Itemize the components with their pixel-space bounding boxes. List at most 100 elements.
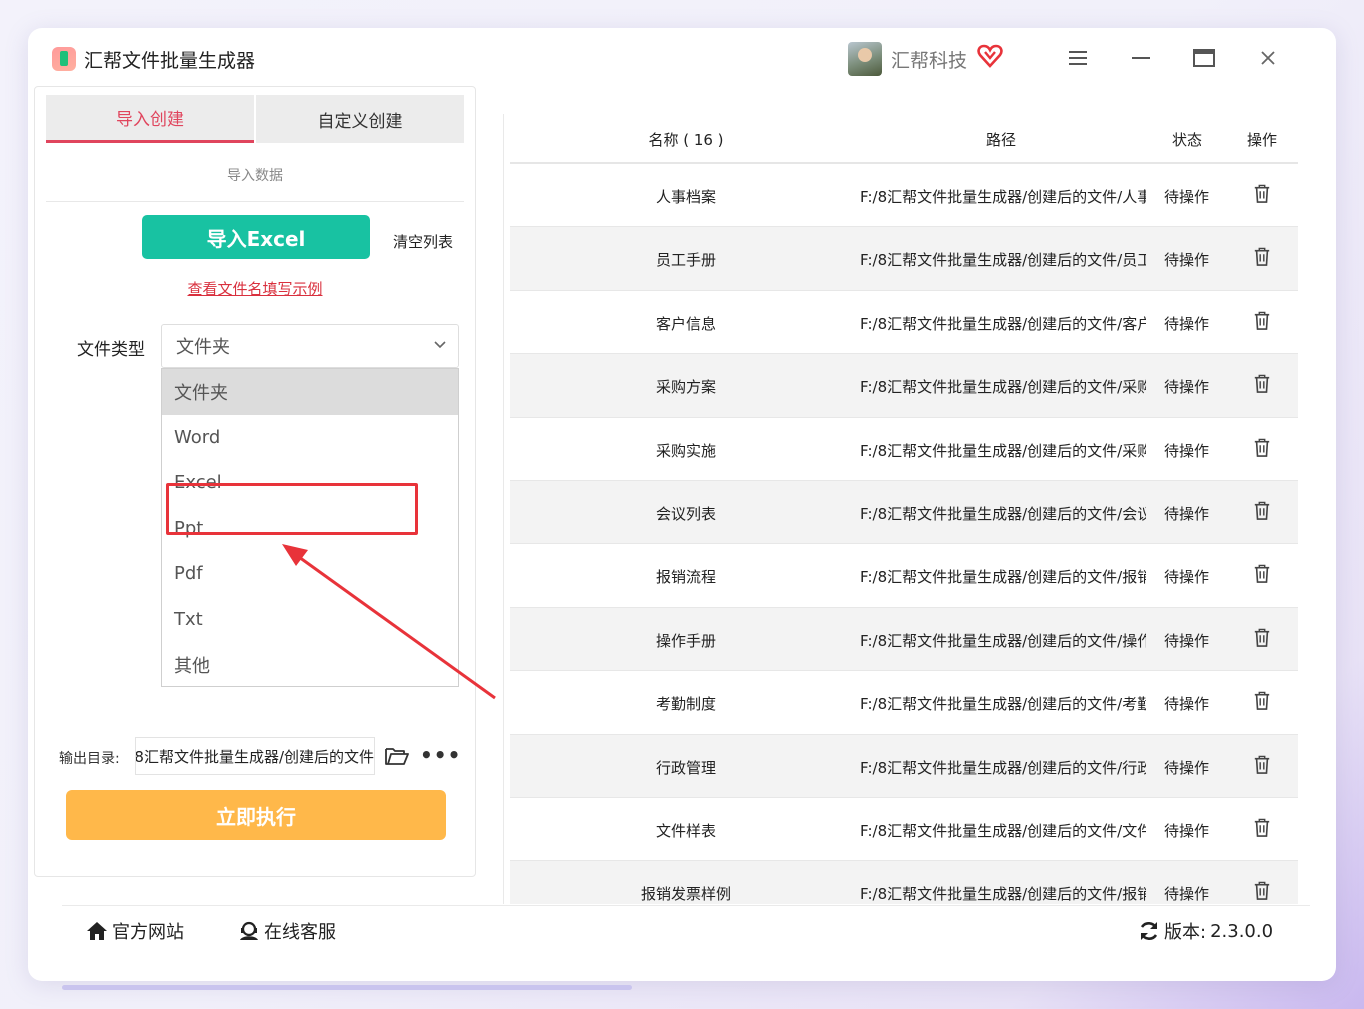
row-path: F:/8汇帮文件批量生成器/创建后的文件/报销流程: [860, 568, 1146, 587]
excel-option-highlight: [166, 483, 418, 535]
row-name: 文件样表: [655, 822, 716, 840]
output-dir-input[interactable]: F:/8汇帮文件批量生成器/创建后的文件: [135, 737, 375, 775]
row-name: 报销流程: [655, 568, 716, 587]
chevron-down-icon: [434, 341, 446, 349]
file-table: 名称 ( 16 ) 路径 状态 操作 人事档案 F:/8汇帮文件批量生成器/创建后…: [510, 114, 1298, 904]
official-website-label: 官方网站: [112, 922, 184, 943]
header-status[interactable]: 状态: [1172, 129, 1202, 150]
more-icon[interactable]: •••: [420, 743, 461, 767]
row-path: F:/8汇帮文件批量生成器/创建后的文件/报销发票样例: [860, 885, 1146, 904]
row-name: 操作手册: [655, 631, 716, 650]
horizontal-scrollbar[interactable]: [62, 985, 632, 990]
header-path[interactable]: 路径: [986, 129, 1016, 150]
row-name: 采购方案: [655, 378, 716, 397]
minimize-icon[interactable]: [1127, 44, 1155, 72]
row-status: 待操作: [1164, 568, 1210, 587]
run-now-button[interactable]: 立即执行: [66, 790, 446, 840]
file-type-select[interactable]: 文件夹: [161, 324, 459, 368]
folder-icon[interactable]: [385, 746, 409, 766]
online-support-link[interactable]: 在线客服: [238, 918, 336, 944]
trash-icon[interactable]: [1253, 438, 1273, 460]
row-status: 待操作: [1164, 695, 1210, 714]
row-name: 员工手册: [655, 251, 716, 270]
trash-icon[interactable]: [1253, 881, 1273, 903]
close-icon[interactable]: [1254, 44, 1282, 72]
dropdown-option-word[interactable]: Word: [162, 415, 458, 461]
row-status: 待操作: [1164, 631, 1210, 650]
trash-icon[interactable]: [1253, 247, 1273, 269]
table-row[interactable]: 员工手册 F:/8汇帮文件批量生成器/创建后的文件/员工手册待操作: [510, 227, 1298, 291]
official-website-link[interactable]: 官方网站: [86, 918, 184, 944]
vip-heart-icon[interactable]: [977, 43, 1003, 69]
table-header: 名称 ( 16 ) 路径 状态 操作: [510, 114, 1298, 164]
row-path: F:/8汇帮文件批量生成器/创建后的文件/采购实施: [860, 441, 1146, 460]
row-path: F:/8汇帮文件批量生成器/创建后的文件/操作手册: [860, 631, 1146, 650]
table-row[interactable]: 采购方案 F:/8汇帮文件批量生成器/创建后的文件/采购方案待操作: [510, 354, 1298, 418]
brand-name[interactable]: 汇帮科技: [891, 46, 967, 73]
table-row[interactable]: 报销流程 F:/8汇帮文件批量生成器/创建后的文件/报销流程待操作: [510, 544, 1298, 608]
trash-icon[interactable]: [1253, 564, 1273, 586]
table-row[interactable]: 会议列表 F:/8汇帮文件批量生成器/创建后的文件/会议列表待操作: [510, 481, 1298, 545]
row-path: F:/8汇帮文件批量生成器/创建后的文件/人事档案: [860, 188, 1146, 206]
row-status: 待操作: [1164, 251, 1210, 270]
refresh-icon[interactable]: [1138, 920, 1160, 942]
row-status: 待操作: [1164, 188, 1210, 206]
footer: 官方网站 在线客服 版本: 2.3.0.0: [62, 905, 1310, 950]
row-name: 人事档案: [655, 188, 716, 206]
version-number: 2.3.0.0: [1210, 920, 1274, 942]
row-name: 会议列表: [655, 505, 716, 523]
trash-icon[interactable]: [1253, 184, 1273, 206]
tab-import-create[interactable]: 导入创建: [46, 95, 254, 143]
row-name: 行政管理: [655, 758, 716, 777]
trash-icon[interactable]: [1253, 374, 1273, 396]
online-support-label: 在线客服: [264, 922, 336, 943]
annotation-arrow: [282, 544, 496, 700]
trash-icon[interactable]: [1253, 311, 1273, 333]
table-row[interactable]: 报销发票样例 F:/8汇帮文件批量生成器/创建后的文件/报销发票样例待操作: [510, 861, 1298, 904]
row-name: 报销发票样例: [640, 885, 731, 904]
trash-icon[interactable]: [1253, 755, 1273, 777]
row-name: 考勤制度: [655, 695, 716, 714]
table-row[interactable]: 人事档案 F:/8汇帮文件批量生成器/创建后的文件/人事档案待操作: [510, 164, 1298, 228]
row-path: F:/8汇帮文件批量生成器/创建后的文件/客户信息: [860, 314, 1146, 333]
file-type-label: 文件类型: [77, 340, 145, 360]
row-status: 待操作: [1164, 822, 1210, 840]
support-icon: [240, 921, 258, 940]
header-name[interactable]: 名称 ( 16 ): [510, 129, 862, 150]
table-row[interactable]: 操作手册 F:/8汇帮文件批量生成器/创建后的文件/操作手册待操作: [510, 607, 1298, 672]
import-excel-button[interactable]: 导入Excel: [142, 215, 370, 259]
table-row[interactable]: 行政管理 F:/8汇帮文件批量生成器/创建后的文件/行政管理待操作: [510, 734, 1298, 798]
row-status: 待操作: [1164, 314, 1210, 333]
left-panel: 导入创建 自定义创建 导入数据 导入Excel 清空列表 查看文件名填写示例 文…: [34, 86, 476, 877]
row-name: 客户信息: [655, 314, 716, 333]
avatar[interactable]: [848, 42, 882, 76]
trash-icon[interactable]: [1253, 691, 1273, 713]
trash-icon[interactable]: [1253, 501, 1273, 523]
app-title: 汇帮文件批量生成器: [84, 50, 256, 72]
version-label: 版本:: [1164, 922, 1207, 943]
row-path: F:/8汇帮文件批量生成器/创建后的文件/员工手册: [860, 251, 1146, 270]
maximize-icon[interactable]: [1190, 44, 1218, 72]
tab-custom-create[interactable]: 自定义创建: [256, 95, 464, 143]
table-row[interactable]: 客户信息 F:/8汇帮文件批量生成器/创建后的文件/客户信息待操作: [510, 291, 1298, 355]
row-status: 待操作: [1164, 441, 1210, 460]
trash-icon[interactable]: [1253, 818, 1273, 840]
menu-icon[interactable]: [1064, 44, 1092, 72]
row-path: F:/8汇帮文件批量生成器/创建后的文件/行政管理: [860, 758, 1146, 777]
example-link[interactable]: 查看文件名填写示例: [46, 278, 464, 299]
output-dir-label: 输出目录:: [59, 751, 120, 767]
file-type-selected-value: 文件夹: [176, 337, 230, 358]
divider: [46, 201, 464, 202]
table-row[interactable]: 考勤制度 F:/8汇帮文件批量生成器/创建后的文件/考勤制度待操作: [510, 671, 1298, 735]
table-row[interactable]: 文件样表 F:/8汇帮文件批量生成器/创建后的文件/文件样表待操作: [510, 798, 1298, 862]
trash-icon[interactable]: [1253, 628, 1273, 650]
section-label-import-data: 导入数据: [227, 168, 283, 184]
output-dir-value: F:/8汇帮文件批量生成器/创建后的文件: [135, 747, 374, 766]
clear-list-button[interactable]: 清空列表: [393, 231, 453, 252]
row-path: F:/8汇帮文件批量生成器/创建后的文件/采购方案: [860, 378, 1146, 397]
header-op[interactable]: 操作: [1247, 129, 1277, 150]
dropdown-option-folder[interactable]: 文件夹: [162, 369, 458, 415]
row-status: 待操作: [1164, 885, 1210, 904]
table-row[interactable]: 采购实施 F:/8汇帮文件批量生成器/创建后的文件/采购实施待操作: [510, 418, 1298, 481]
row-name: 采购实施: [655, 441, 716, 460]
